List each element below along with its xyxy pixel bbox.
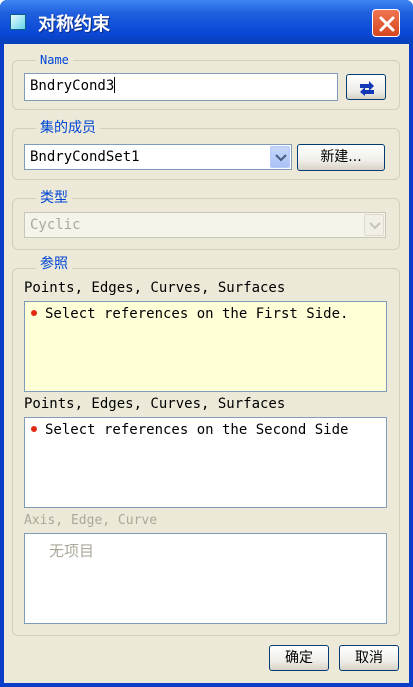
dialog-window: 对称约束 Name BndryCond3 集的成员 BndryCondSet1	[0, 0, 413, 687]
name-pick-button[interactable]	[346, 74, 386, 100]
type-group-legend: 类型	[36, 190, 72, 206]
bullet-icon	[31, 310, 37, 316]
swap-arrows-icon	[360, 81, 374, 96]
ok-button[interactable]: 确定	[269, 645, 329, 671]
type-select-value: Cyclic	[30, 217, 81, 233]
chevron-down-icon	[369, 222, 381, 230]
window-border	[0, 683, 413, 687]
first-side-item[interactable]: Select references on the First Side.	[31, 306, 348, 322]
references-group-legend: 参照	[36, 256, 72, 272]
text-caret	[114, 77, 116, 93]
axis-empty-text: 无项目	[49, 542, 95, 560]
first-side-list[interactable]: Select references on the First Side.	[24, 301, 387, 392]
cancel-button[interactable]: 取消	[339, 645, 399, 671]
axis-label: Axis, Edge, Curve	[24, 513, 158, 528]
window-title: 对称约束	[38, 14, 110, 35]
bullet-icon	[31, 426, 37, 432]
second-side-item-text: Select references on the Second Side	[45, 422, 349, 438]
dialog-icon	[10, 14, 26, 30]
first-side-label: Points, Edges, Curves, Surfaces	[24, 280, 286, 296]
second-side-item[interactable]: Select references on the Second Side	[31, 422, 348, 438]
new-set-button[interactable]: 新建...	[297, 144, 385, 171]
set-group-legend: 集的成员	[36, 120, 100, 136]
set-select[interactable]: BndryCondSet1	[24, 144, 292, 170]
name-input[interactable]: BndryCond3	[24, 73, 338, 101]
chevron-down-icon	[275, 154, 287, 162]
name-input-value: BndryCond3	[30, 78, 115, 94]
first-side-item-text: Select references on the First Side.	[45, 306, 349, 322]
dialog-body: Name BndryCond3 集的成员 BndryCondSet1 新建...…	[4, 44, 409, 683]
window-border	[0, 44, 4, 687]
type-dropdown-button[interactable]	[364, 214, 384, 236]
second-side-label: Points, Edges, Curves, Surfaces	[24, 396, 286, 412]
type-select[interactable]: Cyclic	[24, 212, 386, 238]
close-icon	[379, 16, 395, 32]
set-dropdown-button[interactable]	[270, 146, 290, 168]
second-side-list[interactable]: Select references on the Second Side	[24, 417, 387, 508]
axis-list[interactable]: 无项目	[24, 533, 387, 624]
window-border	[409, 44, 413, 687]
title-bar[interactable]: 对称约束	[0, 0, 413, 44]
set-select-value: BndryCondSet1	[30, 149, 140, 165]
close-button[interactable]	[372, 9, 400, 37]
name-group-legend: Name	[36, 52, 73, 68]
